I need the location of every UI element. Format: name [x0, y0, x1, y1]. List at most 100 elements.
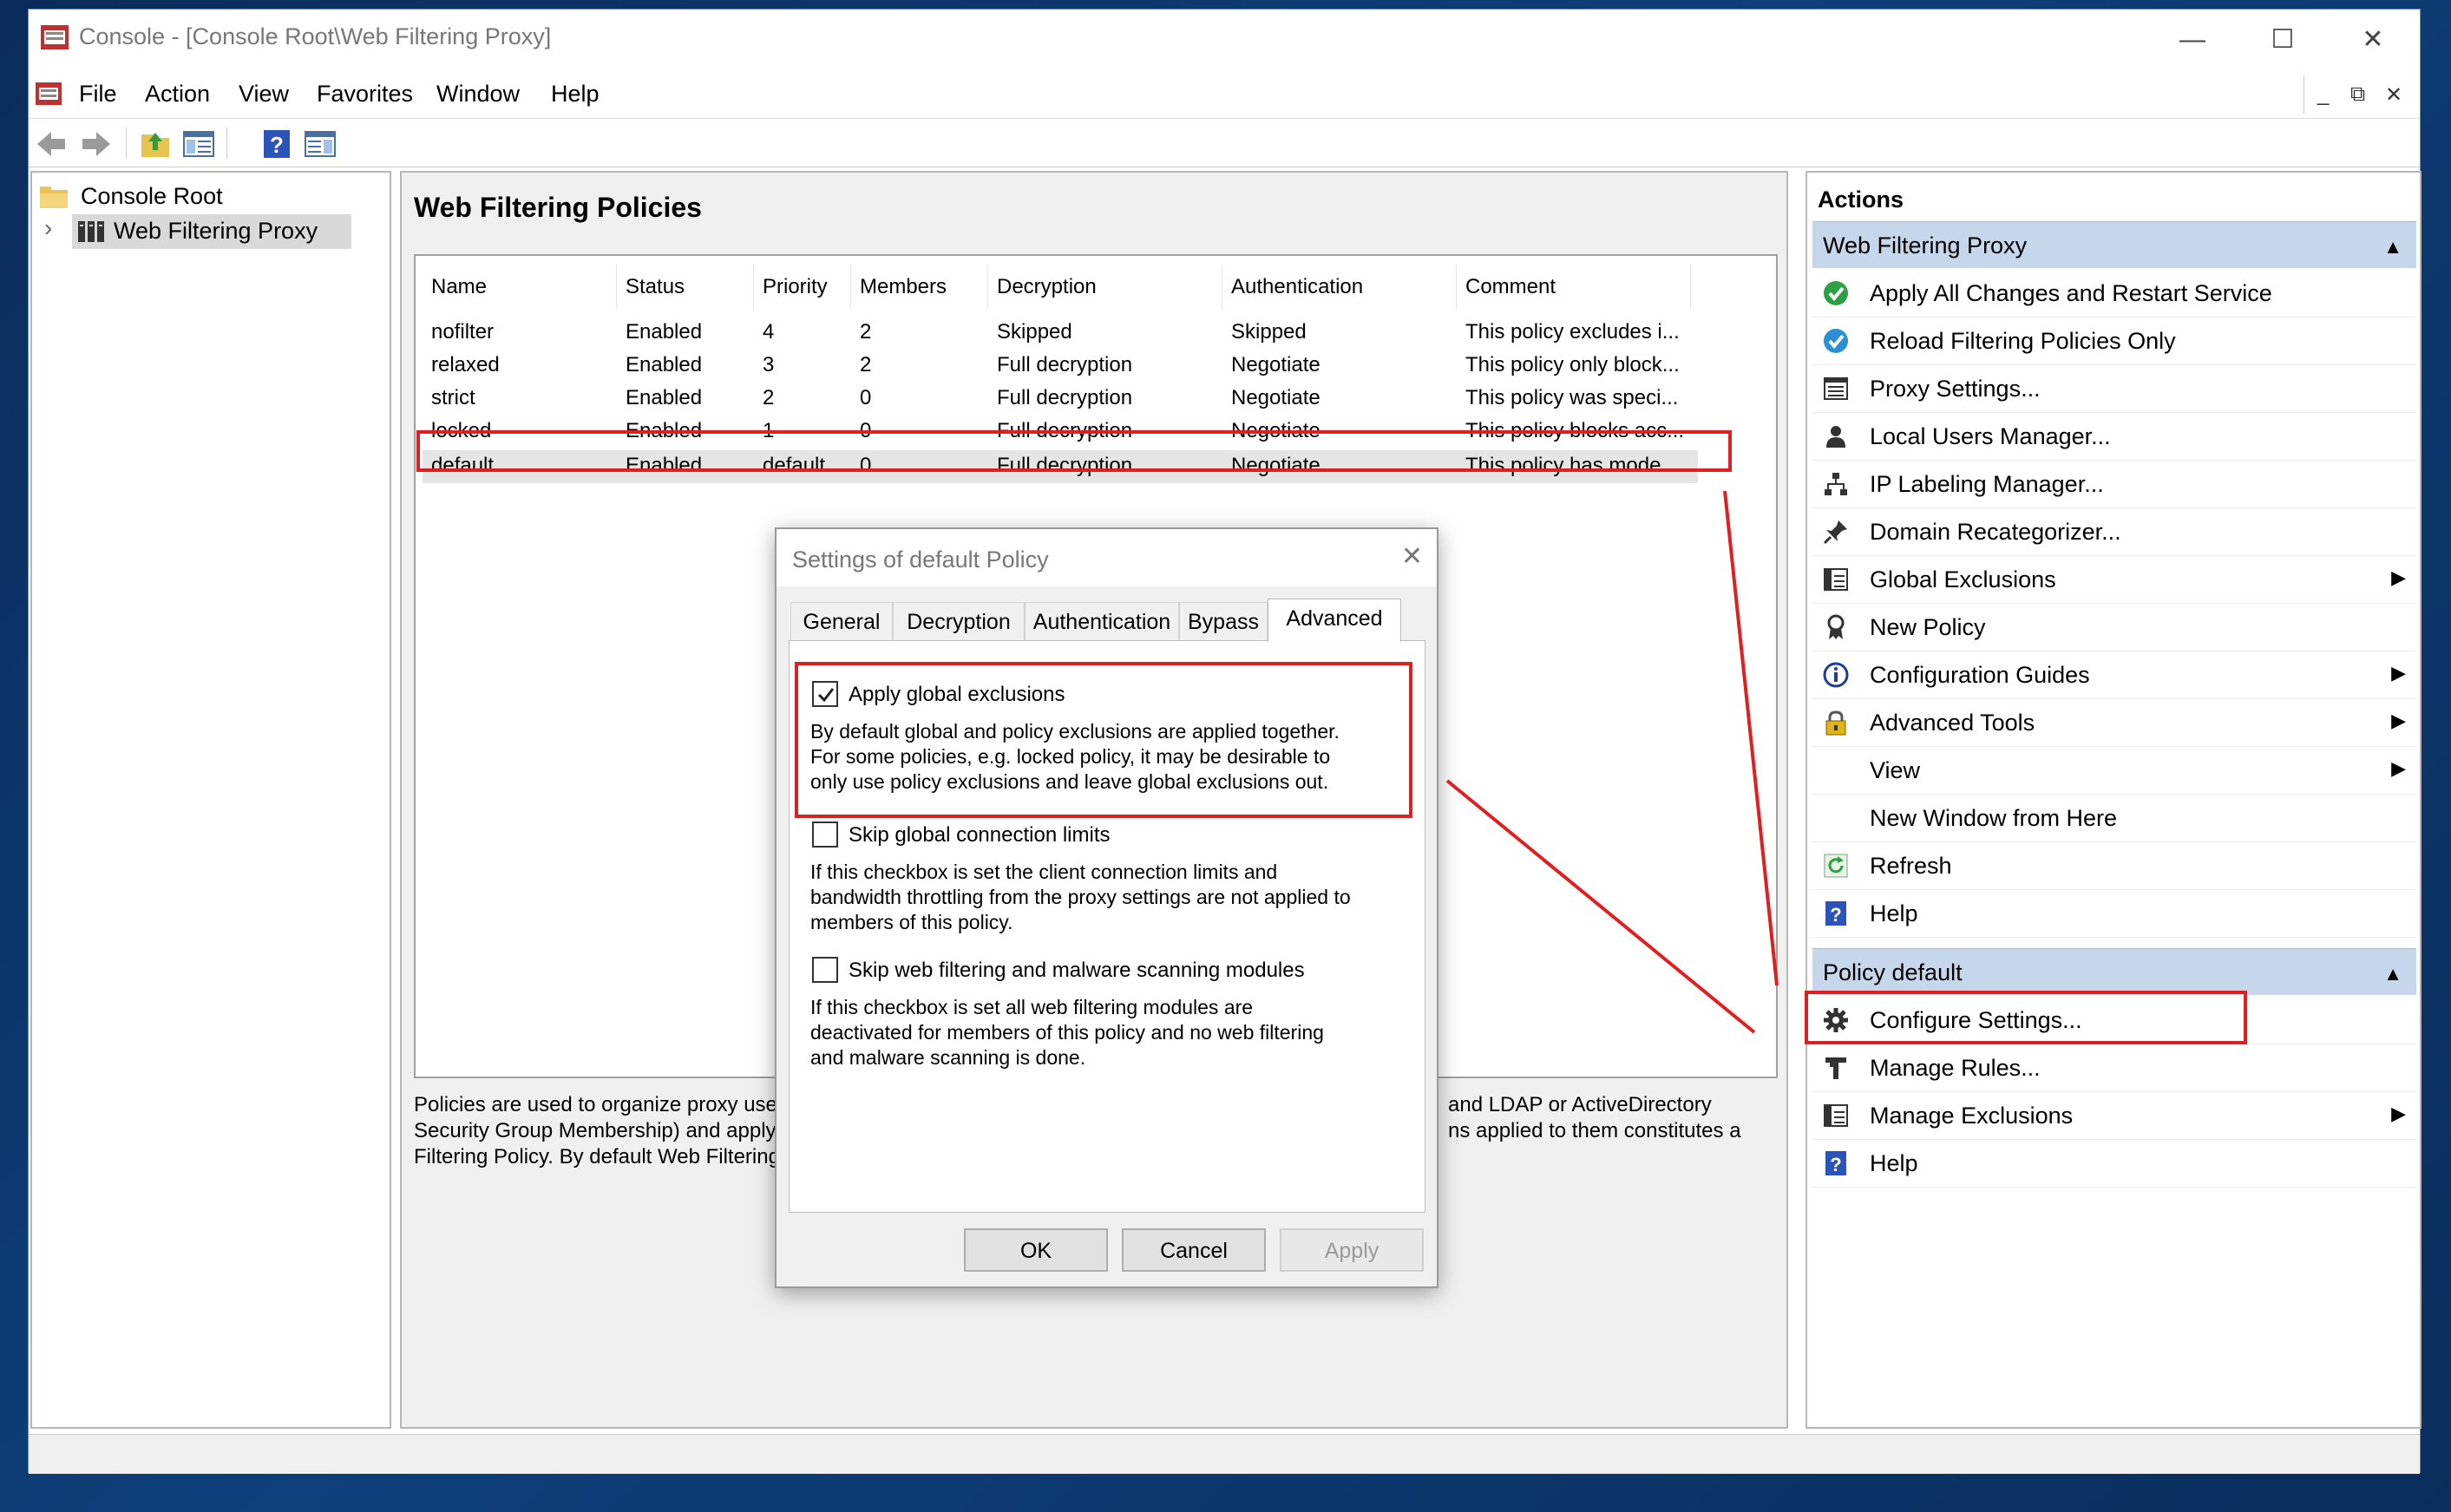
action-global-exclusions[interactable]: Global Exclusions ▶ — [1812, 556, 2416, 604]
minimize-button[interactable]: — — [2147, 10, 2238, 70]
cell-authentication: Skipped — [1231, 320, 1307, 344]
cell-decryption: Full decryption — [997, 353, 1133, 376]
tree-child-label: Web Filtering Proxy — [114, 218, 318, 244]
up-folder-icon[interactable] — [138, 128, 173, 160]
tab-authentication[interactable]: Authentication — [1025, 602, 1179, 640]
highlight-apply-global-exclusions — [795, 662, 1412, 818]
table-row[interactable]: nofilter Enabled 4 2 Skipped Skipped Thi… — [423, 318, 1698, 350]
column-header-decryption[interactable]: Decryption — [988, 265, 1222, 310]
forward-arrow-icon[interactable] — [79, 128, 114, 160]
action-label: New Window from Here — [1870, 805, 2118, 831]
description-line: ns applied to them constitutes a — [1448, 1119, 1741, 1142]
show-hide-action-pane-icon[interactable] — [303, 128, 338, 160]
action-proxy-settings[interactable]: Proxy Settings... — [1812, 365, 2416, 413]
table-row[interactable]: strict Enabled 2 0 Full decryption Negot… — [423, 384, 1698, 416]
close-button[interactable]: ✕ — [2328, 10, 2418, 70]
cell-comment: This policy only block... — [1465, 353, 1680, 376]
expand-chevron-icon[interactable]: › — [44, 214, 52, 242]
ribbon-icon — [1827, 614, 1845, 639]
network-icon — [1825, 473, 1847, 495]
action-refresh[interactable]: Refresh — [1812, 842, 2416, 890]
tree-node-console-root[interactable]: Console Root — [39, 181, 369, 213]
show-hide-tree-icon[interactable] — [181, 128, 216, 160]
mdi-minimize-button[interactable]: _ — [2317, 82, 2329, 107]
dialog-close-button[interactable]: ✕ — [1401, 541, 1423, 572]
collapse-triangle-icon[interactable]: ▲ — [2383, 963, 2402, 985]
action-label: Apply All Changes and Restart Service — [1870, 280, 2272, 306]
console-menu-icon[interactable] — [34, 79, 63, 108]
help-line: and malware scanning is done. — [810, 1046, 1086, 1069]
cell-comment: This policy excludes i... — [1465, 320, 1680, 344]
action-advanced-tools[interactable]: Advanced Tools ▶ — [1812, 699, 2416, 747]
column-header-status[interactable]: Status — [617, 265, 754, 310]
ok-button[interactable]: OK — [964, 1228, 1108, 1272]
skip-web-filtering-checkbox[interactable] — [812, 957, 838, 983]
menu-view[interactable]: View — [239, 81, 289, 108]
action-ip-labeling-manager[interactable]: IP Labeling Manager... — [1812, 461, 2416, 508]
section-header-web-filtering-proxy[interactable]: Web Filtering Proxy ▲ — [1812, 221, 2416, 268]
menu-action[interactable]: Action — [145, 81, 210, 108]
table-row[interactable]: relaxed Enabled 3 2 Full decryption Nego… — [423, 351, 1698, 383]
cell-name: nofilter — [431, 320, 495, 344]
cell-status: Enabled — [626, 353, 703, 376]
help-icon: ? — [1825, 901, 1846, 926]
description-line: Security Group Membership) and apply c — [414, 1119, 793, 1142]
menu-favorites[interactable]: Favorites — [317, 81, 413, 108]
submenu-arrow-icon: ▶ — [2391, 566, 2406, 588]
cell-authentication: Negotiate — [1231, 386, 1321, 409]
column-header-name[interactable]: Name — [423, 265, 617, 310]
title-bar: Console - [Console Root\Web Filtering Pr… — [29, 10, 2420, 70]
collapse-triangle-icon[interactable]: ▲ — [2383, 236, 2402, 259]
tab-decryption[interactable]: Decryption — [893, 602, 1025, 640]
policy-description-right: and LDAP or ActiveDirectory ns applied t… — [1448, 1092, 1778, 1144]
action-apply-all-changes[interactable]: Apply All Changes and Restart Service — [1812, 270, 2416, 317]
tab-general[interactable]: General — [790, 602, 893, 640]
description-line: Policies are used to organize proxy user — [414, 1093, 784, 1116]
action-configuration-guides[interactable]: Configuration Guides ▶ — [1812, 651, 2416, 699]
submenu-arrow-icon: ▶ — [2391, 710, 2406, 731]
menu-window[interactable]: Window — [436, 81, 520, 108]
action-label: Manage Rules... — [1870, 1055, 2041, 1081]
action-view[interactable]: View ▶ — [1812, 747, 2416, 795]
menu-file[interactable]: File — [79, 81, 117, 108]
actions-pane: Actions Web Filtering Proxy ▲ Apply All … — [1805, 171, 2422, 1429]
maximize-button[interactable]: ☐ — [2238, 10, 2328, 70]
cell-members: 0 — [860, 386, 872, 409]
action-manage-exclusions[interactable]: Manage Exclusions ▶ — [1812, 1092, 2416, 1140]
mdi-close-button[interactable]: ✕ — [2385, 82, 2402, 108]
help-icon[interactable]: ? — [259, 128, 294, 160]
cell-priority: 2 — [763, 386, 775, 409]
action-local-users-manager[interactable]: Local Users Manager... — [1812, 413, 2416, 461]
action-new-window-from-here[interactable]: New Window from Here — [1812, 795, 2416, 842]
action-label: Proxy Settings... — [1870, 376, 2041, 402]
skip-global-connection-limits-label[interactable]: Skip global connection limits — [849, 823, 1111, 848]
column-header-authentication[interactable]: Authentication — [1222, 265, 1457, 310]
skip-web-filtering-label[interactable]: Skip web filtering and malware scanning … — [849, 959, 1305, 983]
action-new-policy[interactable]: New Policy — [1812, 604, 2416, 651]
tree-node-web-filtering-proxy[interactable]: Web Filtering Proxy — [72, 214, 351, 249]
action-domain-recategorizer[interactable]: Domain Recategorizer... — [1812, 508, 2416, 556]
action-policy-help[interactable]: ? Help — [1812, 1140, 2416, 1188]
tab-advanced[interactable]: Advanced — [1268, 599, 1401, 642]
action-label: IP Labeling Manager... — [1870, 471, 2104, 497]
description-line: Filtering Policy. By default Web Filteri… — [414, 1145, 780, 1168]
section-header-policy-default[interactable]: Policy default ▲ — [1812, 948, 2416, 995]
cell-members: 2 — [860, 353, 872, 376]
section-title: Web Filtering Proxy — [1823, 232, 2028, 259]
server-rack-icon — [78, 221, 104, 242]
skip-global-connection-limits-checkbox[interactable] — [812, 821, 838, 848]
action-reload-filtering-policies[interactable]: Reload Filtering Policies Only — [1812, 317, 2416, 365]
column-header-priority[interactable]: Priority — [754, 265, 851, 310]
mdi-restore-button[interactable]: ⧉ — [2350, 82, 2365, 107]
action-manage-rules[interactable]: Manage Rules... — [1812, 1044, 2416, 1092]
cancel-button[interactable]: Cancel — [1122, 1228, 1266, 1272]
action-help[interactable]: ? Help — [1812, 890, 2416, 938]
column-header-members[interactable]: Members — [851, 265, 988, 310]
cell-members: 2 — [860, 320, 872, 344]
menu-help[interactable]: Help — [551, 81, 600, 108]
highlight-configure-settings — [1805, 991, 2247, 1044]
apply-button[interactable]: Apply — [1280, 1228, 1424, 1272]
back-arrow-icon[interactable] — [34, 128, 69, 160]
column-header-comment[interactable]: Comment — [1457, 265, 1691, 310]
tab-bypass[interactable]: Bypass — [1179, 602, 1268, 640]
